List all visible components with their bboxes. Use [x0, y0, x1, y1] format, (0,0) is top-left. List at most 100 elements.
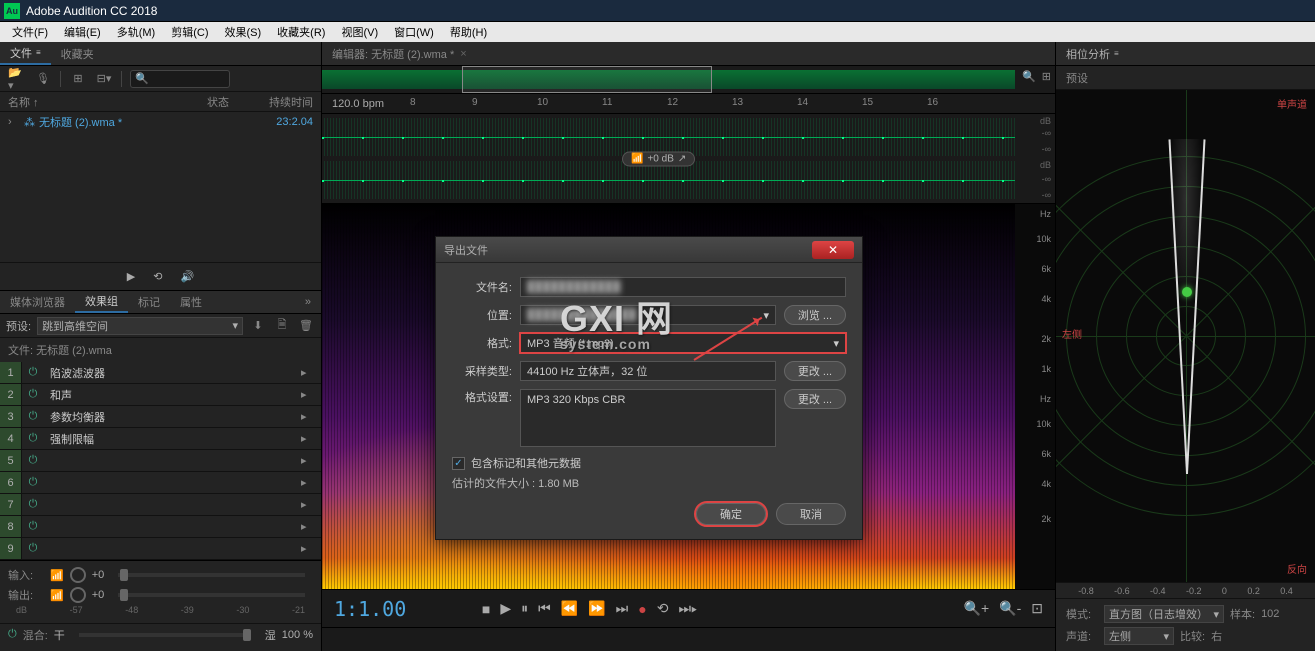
forward-button[interactable]: ⏩: [588, 600, 605, 617]
browse-button[interactable]: 浏览 ...: [784, 305, 846, 325]
phase-scope[interactable]: 单声道 左侧 反向: [1056, 90, 1315, 582]
next-button[interactable]: ⏭: [616, 600, 629, 617]
play-button[interactable]: ▶: [500, 600, 511, 617]
overview-strip[interactable]: 🔍 ⊞: [322, 66, 1055, 94]
output-knob[interactable]: [70, 587, 86, 603]
fx-menu-icon[interactable]: ▸: [301, 432, 321, 445]
tab-favorites[interactable]: 收藏夹: [51, 42, 104, 65]
rewind-button[interactable]: ⏪: [561, 600, 578, 617]
fx-slot[interactable]: 9⏻▸: [0, 538, 321, 560]
panel-menu-icon[interactable]: »: [295, 291, 321, 313]
fx-menu-icon[interactable]: ▸: [301, 520, 321, 533]
preset-save-icon[interactable]: 🗎: [273, 317, 291, 335]
fx-slot[interactable]: 5⏻▸: [0, 450, 321, 472]
power-icon[interactable]: ⏻: [22, 384, 44, 405]
tab-properties[interactable]: 属性: [170, 291, 212, 313]
loop-button[interactable]: ⟲: [657, 600, 669, 617]
fx-menu-icon[interactable]: ▸: [301, 542, 321, 555]
cancel-button[interactable]: 取消: [776, 503, 846, 525]
timeline-ruler[interactable]: 120.0 bpm 8 9 10 11 12 13 14 15 16: [322, 94, 1055, 114]
tab-markers[interactable]: 标记: [128, 291, 170, 313]
menu-favorites[interactable]: 收藏夹(R): [269, 24, 333, 40]
fx-menu-icon[interactable]: ▸: [301, 498, 321, 511]
fx-slot[interactable]: 7⏻▸: [0, 494, 321, 516]
loop-icon[interactable]: ⟲: [153, 270, 162, 283]
filename-input[interactable]: ████████████: [520, 277, 846, 297]
chan-select[interactable]: 左侧▾: [1104, 627, 1174, 645]
insert-icon[interactable]: ⊟▾: [95, 70, 113, 88]
play-icon[interactable]: ▶: [127, 270, 135, 283]
fx-menu-icon[interactable]: ▸: [301, 410, 321, 423]
fx-slot[interactable]: 2⏻和声▸: [0, 384, 321, 406]
open-file-icon[interactable]: 📂▾: [8, 70, 26, 88]
preset-select[interactable]: 跳到高维空间▾: [37, 317, 243, 335]
mode-select[interactable]: 直方图（日志增效）▾: [1104, 605, 1224, 623]
expand-icon[interactable]: ›: [8, 116, 20, 128]
volume-icon[interactable]: 🔊: [180, 270, 194, 283]
zoom-icon[interactable]: 🔍: [1022, 70, 1036, 83]
multitrack-icon[interactable]: ⊞: [69, 70, 87, 88]
tab-close-icon[interactable]: ×: [460, 48, 466, 60]
menu-effects[interactable]: 效果(S): [217, 24, 270, 40]
preset-down-icon[interactable]: ⬇: [249, 317, 267, 335]
include-metadata-checkbox[interactable]: ✓: [452, 457, 465, 470]
input-knob[interactable]: [70, 567, 86, 583]
fx-menu-icon[interactable]: ▸: [301, 476, 321, 489]
fx-slot[interactable]: 1⏻陷波滤波器▸: [0, 362, 321, 384]
power-icon[interactable]: ⏻: [22, 362, 44, 383]
tab-media-browser[interactable]: 媒体浏览器: [0, 291, 75, 313]
zoom-out-icon[interactable]: 🔍-: [999, 600, 1021, 617]
stop-button[interactable]: ■: [482, 601, 490, 617]
prev-button[interactable]: ⏮: [538, 600, 551, 617]
fx-slot[interactable]: 4⏻强制限幅▸: [0, 428, 321, 450]
record-icon[interactable]: 🎙: [34, 70, 52, 88]
record-button[interactable]: ●: [638, 601, 646, 617]
tab-files[interactable]: 文件≡: [0, 42, 51, 65]
ok-button[interactable]: 确定: [696, 503, 766, 525]
change-format-button[interactable]: 更改 ...: [784, 389, 846, 409]
file-row[interactable]: › ⁂ 无标题 (2).wma * 23:2.04: [0, 112, 321, 132]
power-icon[interactable]: ⏻: [22, 516, 44, 537]
menu-window[interactable]: 窗口(W): [386, 24, 442, 40]
menu-view[interactable]: 视图(V): [333, 24, 386, 40]
waveform-display[interactable]: 📶 +0 dB ↗ dB -∞ -∞ dB -∞ -∞: [322, 114, 1055, 204]
power-icon[interactable]: ⏻: [22, 538, 44, 559]
mix-slider[interactable]: [79, 633, 251, 637]
location-select[interactable]: ██████████████▾: [520, 305, 776, 325]
power-icon[interactable]: ⏻: [22, 428, 44, 449]
fx-menu-icon[interactable]: ▸: [301, 388, 321, 401]
col-status[interactable]: 状态: [193, 94, 243, 110]
format-select[interactable]: MP3 音频 (*.mp3)▾: [520, 333, 846, 353]
zoom-in-icon[interactable]: 🔍+: [964, 600, 990, 617]
menu-help[interactable]: 帮助(H): [442, 24, 495, 40]
phase-preset-label[interactable]: 预设: [1056, 66, 1315, 90]
fx-slot[interactable]: 8⏻▸: [0, 516, 321, 538]
power-icon[interactable]: ⏻: [22, 494, 44, 515]
zoom-fit-icon[interactable]: ⊡: [1031, 600, 1043, 617]
skip-button[interactable]: ⏭▸: [678, 600, 697, 617]
power-icon[interactable]: ⏻: [8, 628, 17, 641]
change-sample-button[interactable]: 更改 ...: [784, 361, 846, 381]
fx-slot[interactable]: 3⏻参数均衡器▸: [0, 406, 321, 428]
search-input[interactable]: 🔍: [130, 70, 230, 88]
view-icon[interactable]: ⊞: [1042, 70, 1051, 83]
menu-file[interactable]: 文件(F): [4, 24, 56, 40]
fx-menu-icon[interactable]: ▸: [301, 366, 321, 379]
power-icon[interactable]: ⏻: [22, 450, 44, 471]
fx-slot[interactable]: 6⏻▸: [0, 472, 321, 494]
preset-delete-icon[interactable]: 🗑: [297, 317, 315, 335]
timecode-display[interactable]: 1:1.00: [334, 597, 406, 621]
menu-multitrack[interactable]: 多轨(M): [109, 24, 164, 40]
power-icon[interactable]: ⏻: [22, 472, 44, 493]
menu-edit[interactable]: 编辑(E): [56, 24, 109, 40]
power-icon[interactable]: ⏻: [22, 406, 44, 427]
gain-pill[interactable]: 📶 +0 dB ↗: [622, 151, 695, 166]
overview-selection[interactable]: [462, 66, 712, 93]
col-name[interactable]: 名称 ↑: [8, 94, 193, 110]
close-button[interactable]: ✕: [812, 241, 854, 259]
tab-effects-rack[interactable]: 效果组: [75, 291, 128, 313]
col-duration[interactable]: 持续时间: [243, 94, 313, 110]
pause-button[interactable]: ⏸: [521, 600, 528, 617]
menu-clip[interactable]: 剪辑(C): [163, 24, 216, 40]
fx-menu-icon[interactable]: ▸: [301, 454, 321, 467]
